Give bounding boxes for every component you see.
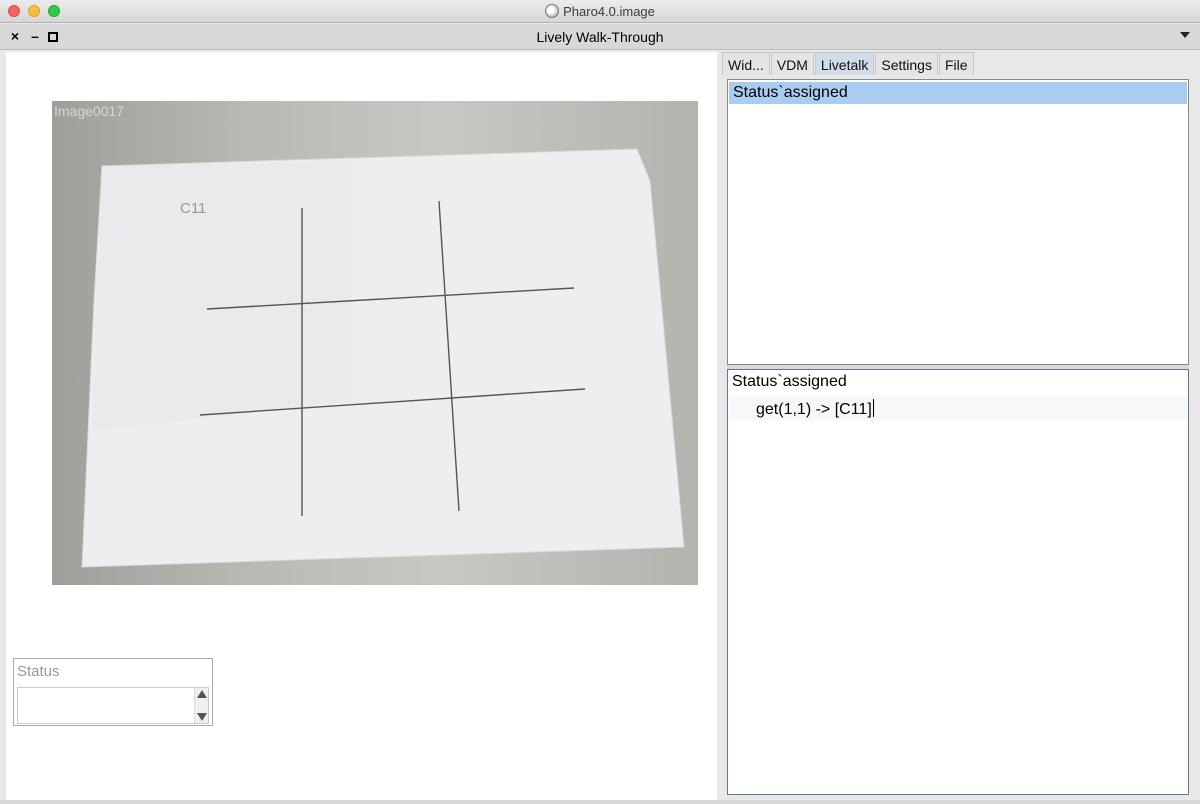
tab-livetalk[interactable]: Livetalk <box>814 52 875 75</box>
photo-drawing <box>81 148 685 568</box>
lively-canvas[interactable]: Image0017 C11 Status <box>6 52 717 800</box>
tab-file[interactable]: File <box>938 52 974 75</box>
status-text-field[interactable] <box>17 687 209 724</box>
mac-titlebar: Pharo4.0.image <box>0 0 1200 23</box>
list-item[interactable]: Status`assigned <box>729 82 1187 104</box>
tab-bar: Wid... VDM Livetalk Settings File <box>722 52 975 76</box>
status-label: Status <box>17 663 60 680</box>
tic-tac-toe-photo[interactable]: Image0017 C11 <box>52 101 698 585</box>
code-line-text: get(1,1) -> [C11] <box>756 401 872 418</box>
code-line-header: Status`assigned <box>732 373 847 390</box>
tab-settings[interactable]: Settings <box>875 52 938 75</box>
pharo-app-icon <box>545 4 560 18</box>
window-menu-icon[interactable] <box>1180 32 1190 38</box>
scroll-up-icon[interactable] <box>197 690 207 698</box>
photo-watermark: Image0017 <box>54 103 125 119</box>
tab-vdm[interactable]: VDM <box>770 52 814 75</box>
pharo-window-header: × – Lively Walk-Through <box>0 24 1200 50</box>
status-scrollbar[interactable] <box>194 688 208 723</box>
code-line-current[interactable]: get(1,1) -> [C11] <box>729 396 1187 420</box>
text-caret <box>872 399 874 417</box>
tab-widgets[interactable]: Wid... <box>722 52 770 75</box>
mac-window-title: Pharo4.0.image <box>0 4 1200 19</box>
pharo-window-title: Lively Walk-Through <box>536 29 664 45</box>
grid-cell-label: C11 <box>180 200 207 217</box>
window-bottom-edge <box>0 800 1200 804</box>
code-editor[interactable]: Status`assigned get(1,1) -> [C11] <box>727 369 1189 795</box>
rule-list[interactable]: Status`assigned <box>727 79 1189 365</box>
mac-window-title-text: Pharo4.0.image <box>563 4 655 19</box>
scroll-down-icon[interactable] <box>197 713 207 721</box>
inspector-pane: Wid... VDM Livetalk Settings File Status… <box>719 52 1194 800</box>
status-widget[interactable]: Status <box>13 658 213 726</box>
